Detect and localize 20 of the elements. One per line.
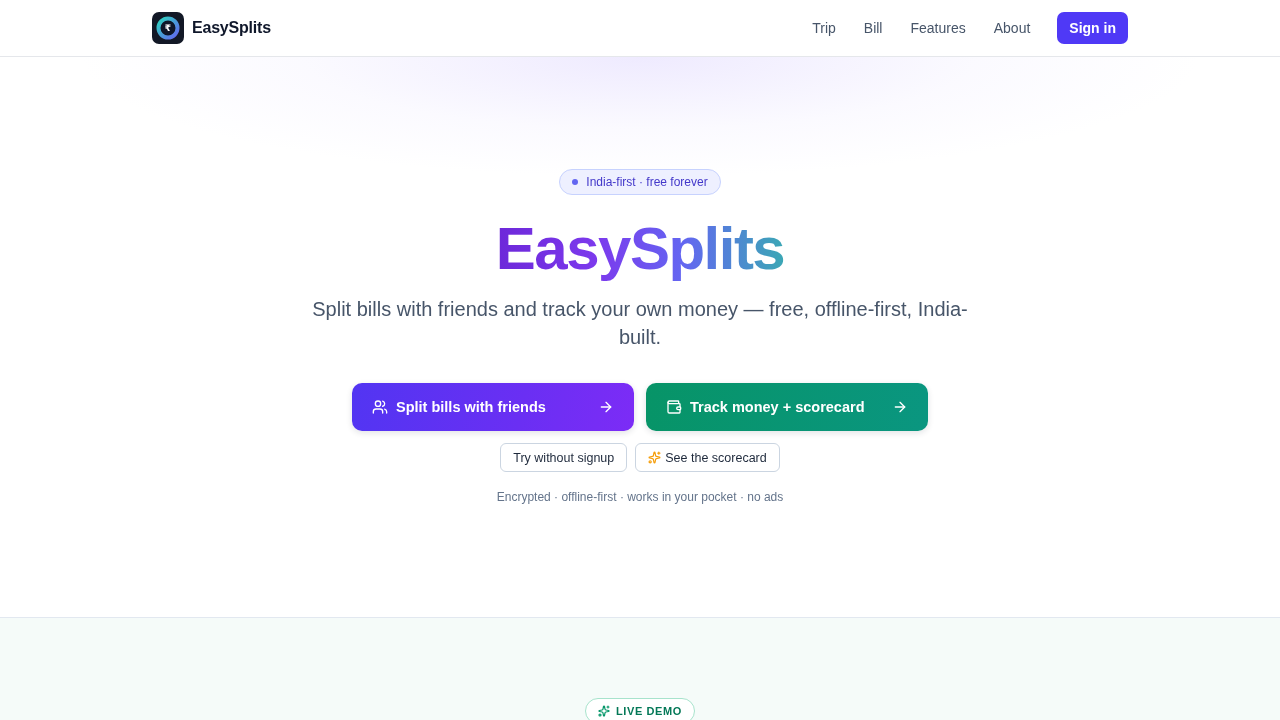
scorecard-button[interactable]: See the scorecard <box>635 443 780 472</box>
features-note: Encrypted · offline-first · works in your pocket · no ads <box>496 489 784 506</box>
nav-link[interactable]: Features <box>896 14 980 42</box>
badge-text: India-first · free forever <box>586 175 708 189</box>
sign-in-button[interactable]: Sign in <box>1057 12 1128 44</box>
sparkles-icon <box>598 705 611 717</box>
nav-link[interactable]: About <box>979 14 1045 42</box>
dot-icon <box>572 179 579 185</box>
brand-name: EasySplits <box>192 19 271 37</box>
users-icon <box>372 399 388 415</box>
nav-link[interactable]: Bill <box>849 14 897 42</box>
logo-icon: ₹ <box>152 12 184 44</box>
hero-subtitle: Split bills with friends and track your own money — free, offline-first, India-built. <box>311 297 969 350</box>
nav-link[interactable]: Trip <box>798 14 850 42</box>
try-button[interactable]: Try without signup <box>500 443 628 472</box>
track-money-button[interactable]: Track money + scorecard <box>646 383 928 431</box>
wallet-icon <box>666 399 682 415</box>
sparkles-icon <box>648 451 662 464</box>
badge-text: LIVE DEMO <box>616 705 682 717</box>
split-bills-button[interactable]: Split bills with friends <box>352 383 634 431</box>
